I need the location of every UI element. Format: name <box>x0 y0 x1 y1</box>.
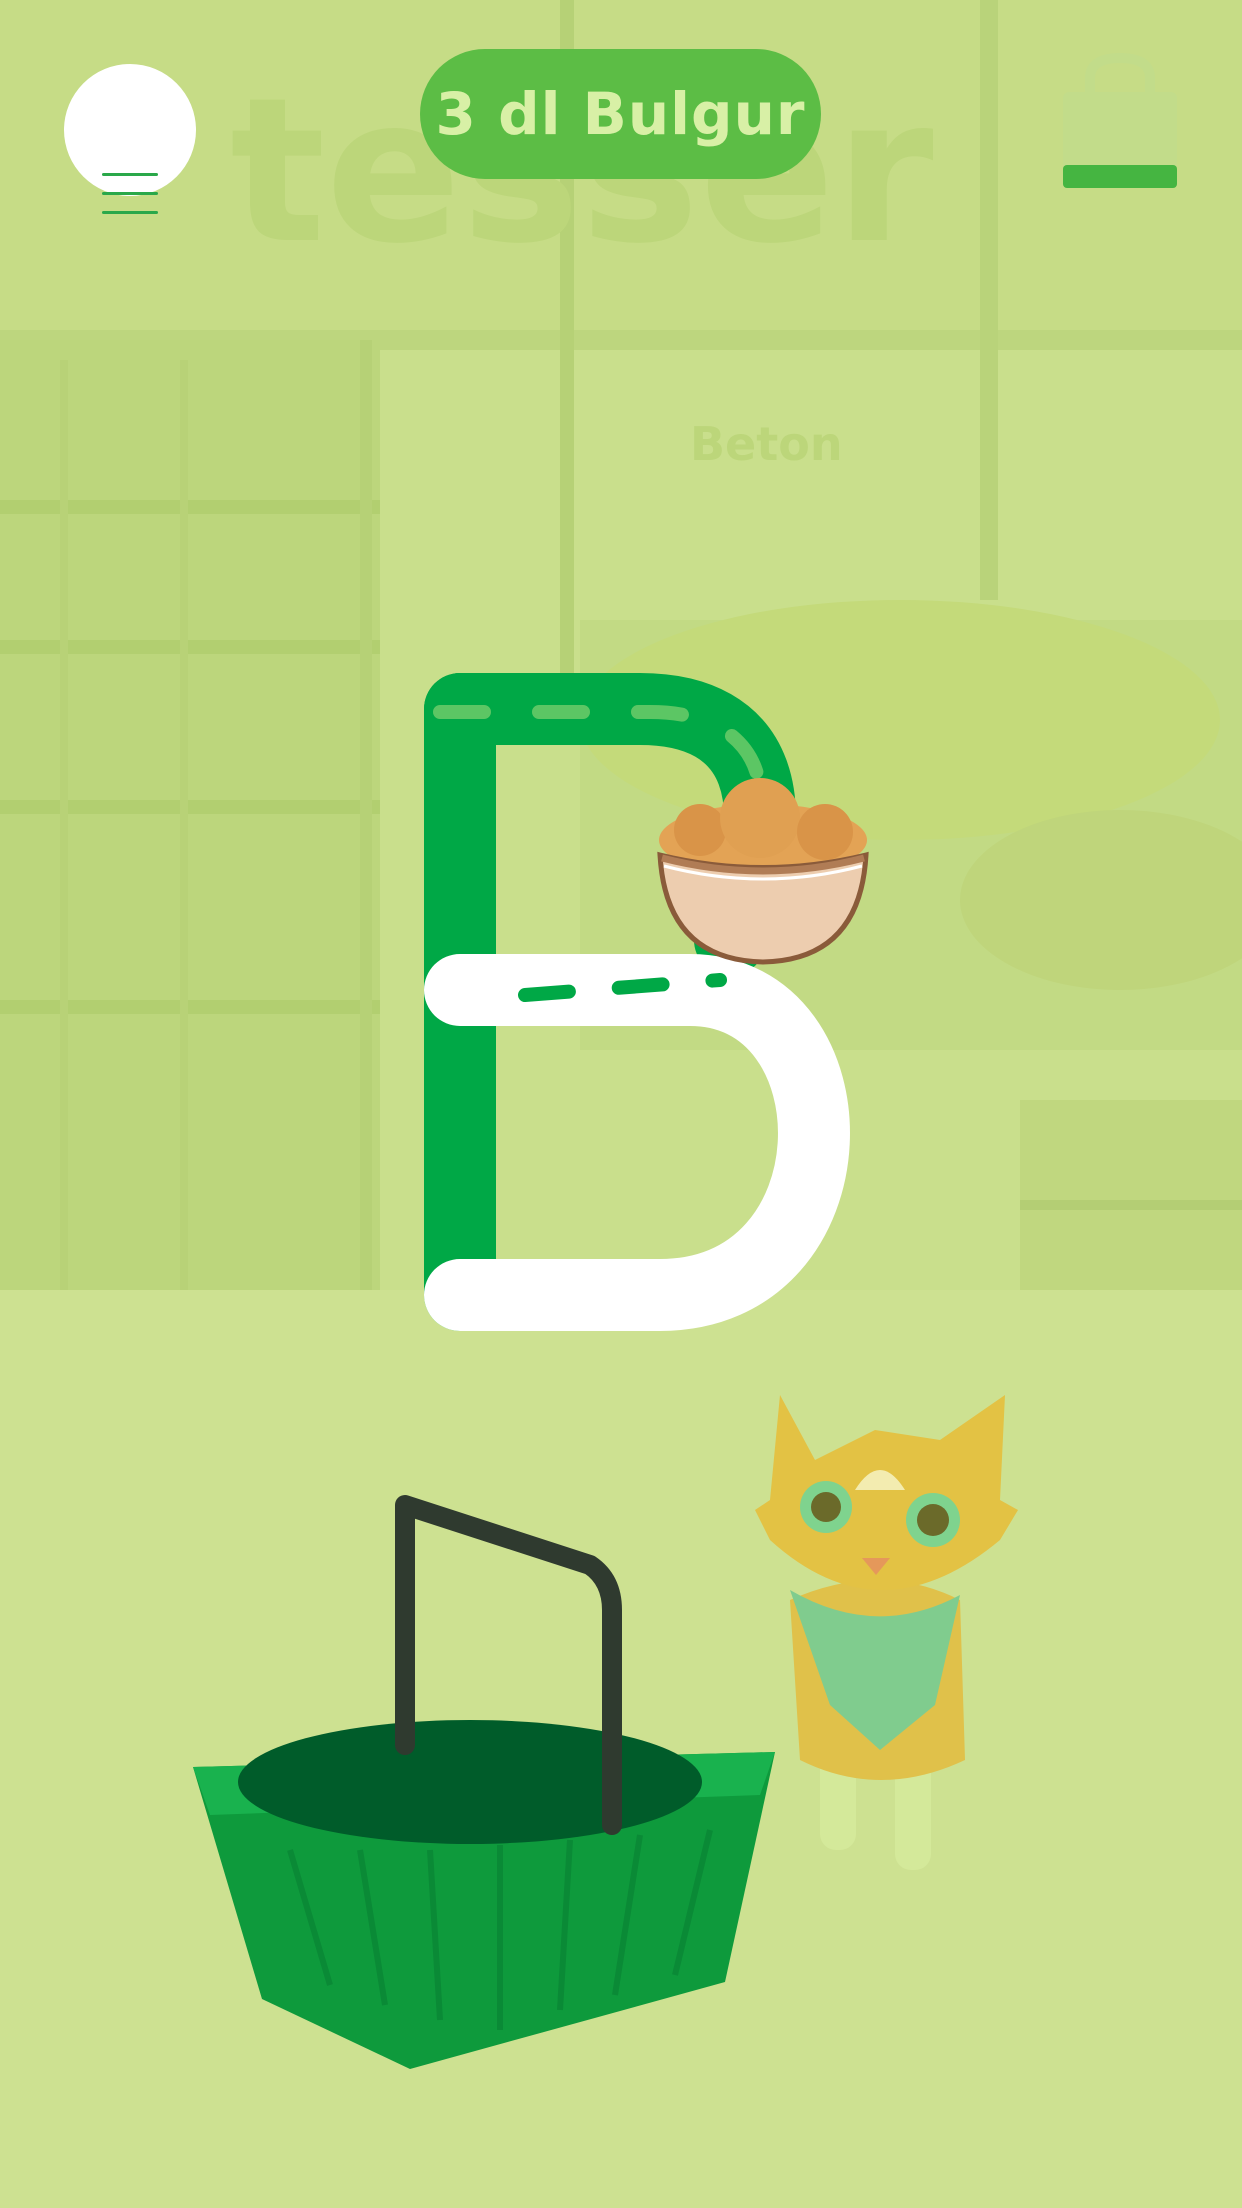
shopping-bag-button[interactable] <box>1060 52 1180 190</box>
supermarket-scene: tesser Beton <box>0 0 1242 2208</box>
shelf-sign: Beton <box>690 417 843 471</box>
item-title: 3 dl Bulgur <box>435 80 806 148</box>
item-title-pill: 3 dl Bulgur <box>420 49 821 179</box>
menu-button[interactable] <box>64 64 196 214</box>
shopping-bag-icon <box>1063 52 1177 188</box>
hamburger-menu-line <box>102 211 158 214</box>
hamburger-menu-line <box>102 192 158 195</box>
hamburger-menu-icon <box>102 173 158 176</box>
